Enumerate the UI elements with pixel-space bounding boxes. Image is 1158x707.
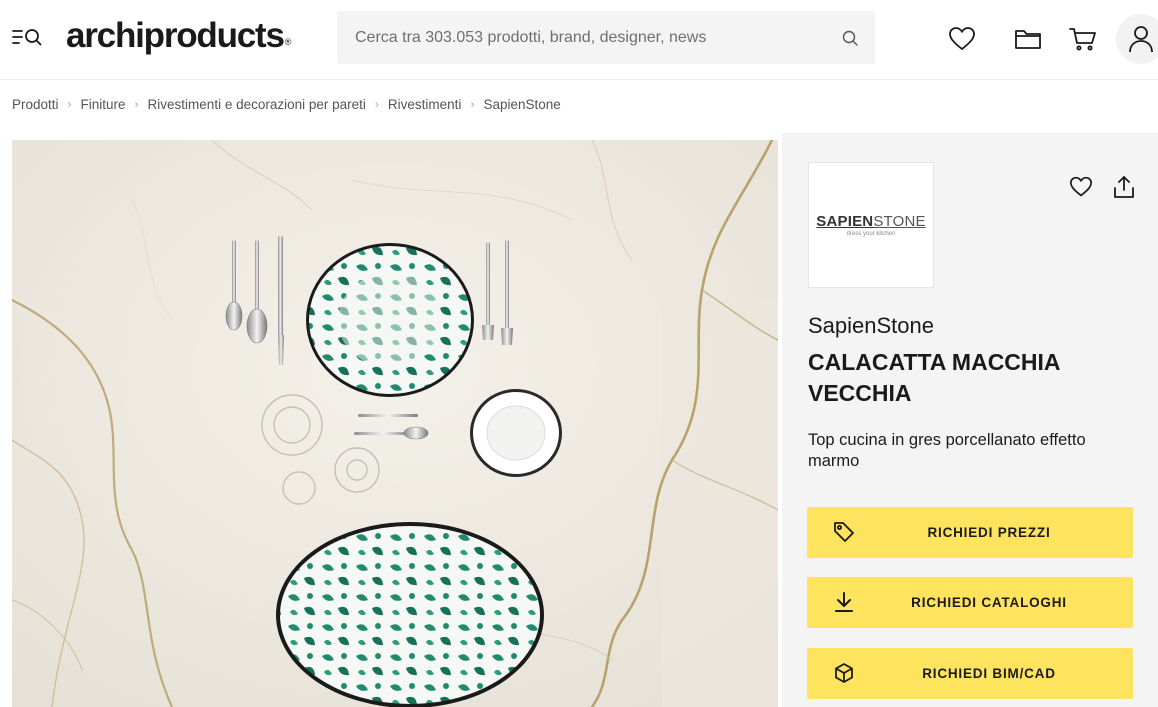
request-catalogs-button[interactable]: RICHIEDI CATALOGHI [807,577,1133,628]
chevron-right-icon: › [67,97,72,111]
download-icon [833,591,855,613]
product-image[interactable] [12,140,778,707]
request-bim-cad-button[interactable]: RICHIEDI BIM/CAD [807,648,1133,699]
share-button[interactable] [1110,173,1138,201]
brand-logo-tagline: dress your kitchen [846,231,896,237]
user-icon [1129,26,1153,53]
breadcrumb-item[interactable]: Finiture [81,97,126,112]
chevron-right-icon: › [470,97,475,111]
cta-label: RICHIEDI PREZZI [927,525,1051,540]
menu-search-icon [12,29,42,46]
projects-button[interactable] [1013,24,1043,54]
brand-logo-wordmark: SAPIENSTONE [816,213,926,230]
folder-icon [1015,30,1041,49]
search-bar [337,11,875,64]
cart-icon [1069,28,1096,51]
cta-label: RICHIEDI BIM/CAD [922,666,1056,681]
cube-icon [833,662,855,684]
product-title: CALACATTA MACCHIA VECCHIA [808,349,1060,406]
search-input[interactable] [355,11,825,64]
cta-label: RICHIEDI CATALOGHI [911,595,1067,610]
menu-search-button[interactable] [12,22,48,52]
wishlist-button[interactable] [947,24,977,54]
chevron-right-icon: › [134,97,139,111]
request-prices-button[interactable]: RICHIEDI PREZZI [807,507,1133,558]
search-icon[interactable] [841,29,859,47]
chevron-right-icon: › [374,97,379,111]
brand-logo[interactable]: SAPIENSTONE dress your kitchen [808,162,934,288]
breadcrumb-item[interactable]: Rivestimenti [388,97,462,112]
share-icon [1114,176,1134,198]
archiproducts-logo[interactable]: archiproducts® [66,14,292,58]
cart-button[interactable] [1068,24,1098,54]
save-to-wishlist-button[interactable] [1067,173,1095,201]
product-description: Top cucina in gres porcellanato effetto … [808,431,1086,470]
breadcrumb: Prodotti › Finiture › Rivestimenti e dec… [12,94,561,114]
manufacturer-name[interactable]: SapienStone [808,313,934,339]
breadcrumb-item[interactable]: SapienStone [483,97,560,112]
breadcrumb-item[interactable]: Prodotti [12,97,59,112]
breadcrumb-item[interactable]: Rivestimenti e decorazioni per pareti [148,97,366,112]
price-tag-icon [833,521,855,543]
marble-tabletop-photo [12,140,778,707]
heart-icon [949,27,975,50]
user-account-button[interactable] [1116,14,1158,64]
product-info-panel: SAPIENSTONE dress your kitchen SapienSto… [782,133,1158,707]
site-header: archiproducts® [0,0,1158,80]
heart-icon [1070,176,1092,197]
